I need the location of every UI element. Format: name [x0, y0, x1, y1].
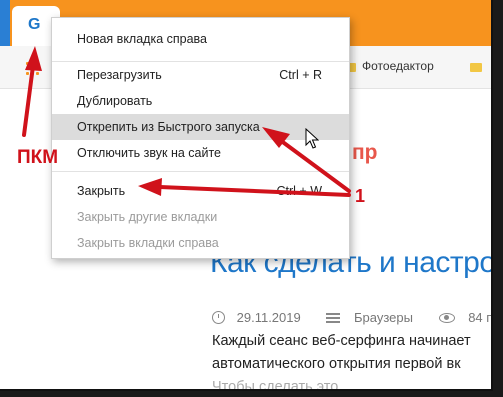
frame-shadow [493, 6, 503, 397]
annotation-arrows [22, 46, 351, 197]
arrow-to-tab [22, 46, 42, 137]
arrow-to-close [138, 178, 351, 197]
annotation-pkm-label: ПКМ [17, 147, 59, 168]
frame-shadow [6, 391, 503, 397]
annotation-step-number: 1 [355, 186, 366, 206]
arrow-to-unpin [262, 127, 351, 193]
browser-window: G Фотоедактор пр Как сделать и настро 29… [0, 0, 493, 391]
